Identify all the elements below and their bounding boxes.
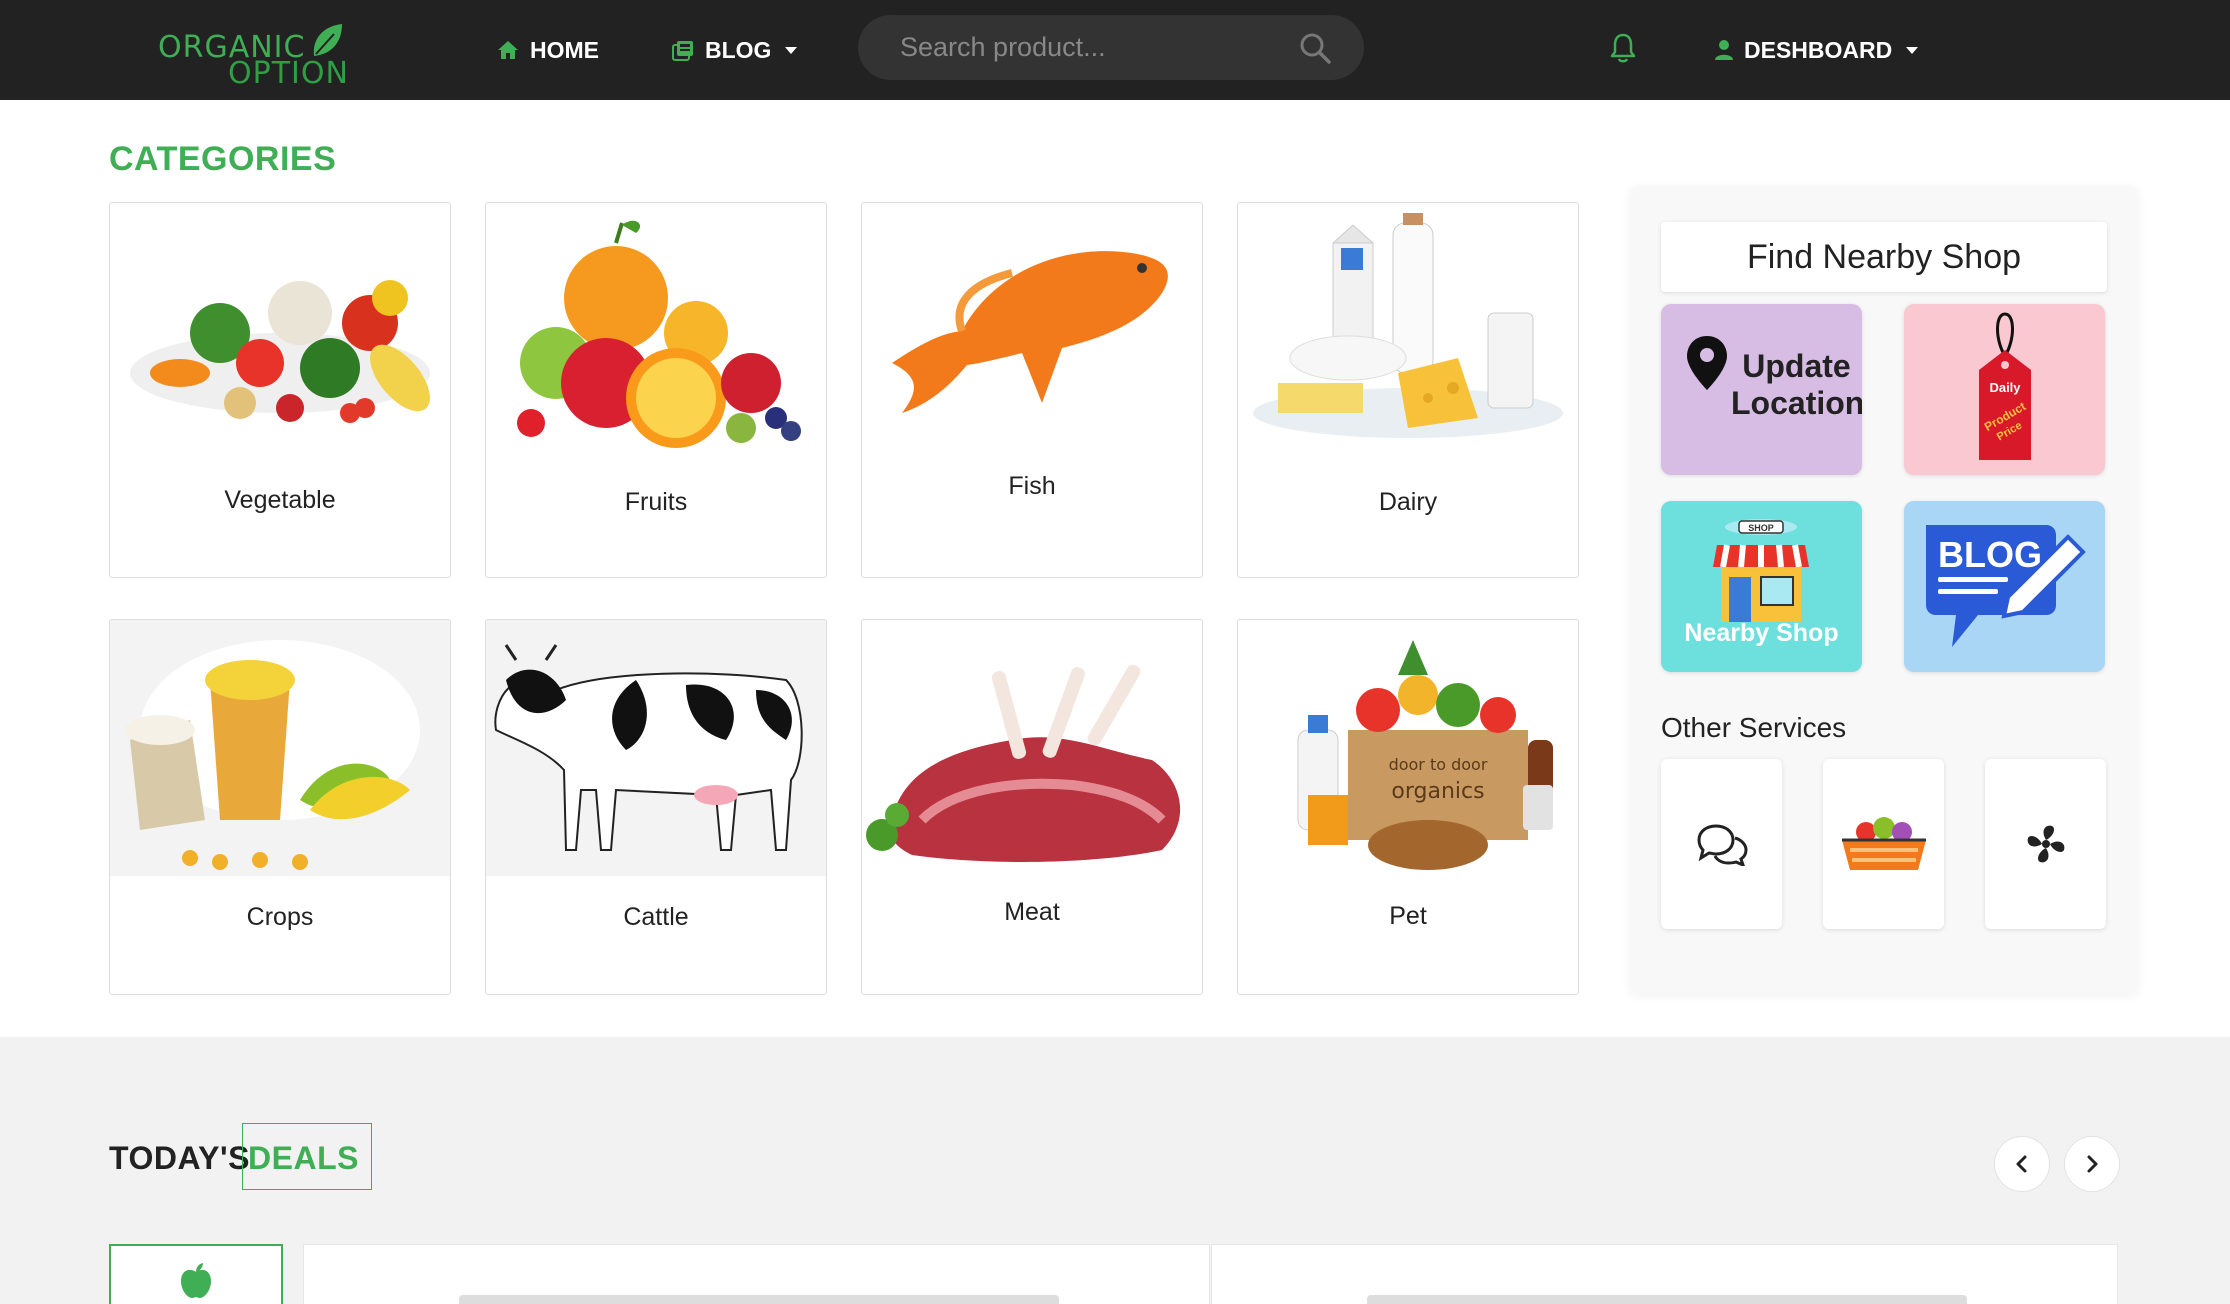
chevron-down-icon (1906, 46, 1919, 54)
fan-service-button[interactable] (1985, 759, 2106, 929)
chat-icon (1696, 824, 1748, 866)
user-icon (1715, 40, 1733, 60)
deal-product-card[interactable] (303, 1244, 1210, 1304)
nearby-shop-label: Nearby Shop (1684, 619, 1839, 647)
find-nearby-shop-title: Find Nearby Shop (1661, 222, 2107, 292)
meat-image (866, 664, 1181, 862)
deal-image-placeholder (459, 1295, 1059, 1304)
blog-icon (672, 41, 693, 61)
category-label: Fish (1008, 472, 1056, 500)
category-label: Crops (246, 903, 314, 931)
category-label: Pet (1389, 902, 1427, 930)
category-card-vegetable[interactable]: Vegetable (109, 202, 451, 578)
chevron-right-icon (2087, 1155, 2098, 1173)
search-icon[interactable] (1298, 31, 1332, 65)
category-label: Meat (1004, 898, 1060, 926)
category-label: Dairy (1378, 488, 1438, 516)
category-card-dairy[interactable]: Dairy (1237, 202, 1579, 578)
other-services-title: Other Services (1661, 712, 1847, 743)
deals-title: TODAY'S (109, 1140, 250, 1176)
update-location-label: Update Location (1731, 348, 1862, 421)
pet-image: door to door organics (1297, 640, 1553, 870)
crops-image (125, 640, 420, 870)
price-tag-icon: Daily Product Price (1979, 312, 2031, 460)
search-input[interactable] (900, 15, 1290, 80)
category-label: Cattle (623, 903, 689, 931)
category-card-cattle[interactable]: Cattle (485, 619, 827, 995)
dashboard-label: DESHBOARD (1744, 36, 1893, 63)
shop-sign-text: SHOP (1748, 523, 1774, 533)
blog-tile-text: BLOG (1938, 534, 2042, 575)
deals-title-highlight: DEALS (248, 1140, 359, 1176)
daily-product-price-tile[interactable]: Daily Product Price (1904, 304, 2105, 475)
category-card-crops[interactable]: Crops (109, 619, 451, 995)
nearby-shop-tile[interactable]: SHOP Nearby Shop (1661, 501, 1862, 672)
vegetable-image (130, 280, 430, 423)
category-label: Fruits (624, 488, 688, 516)
navbar: ORGANIC OPTION HOME BLOG Search product.… (0, 0, 2230, 100)
category-label: Vegetable (224, 486, 336, 514)
organics-text: organics (1391, 779, 1484, 804)
category-card-fruits[interactable]: Fruits (485, 202, 827, 578)
categories-heading: CATEGORIES (109, 140, 337, 178)
fan-icon (2027, 825, 2064, 863)
update-location-tile[interactable]: Update Location (1661, 304, 1862, 475)
category-card-fish[interactable]: Fish (861, 202, 1203, 578)
fish-image (892, 251, 1168, 413)
fruits-image (517, 220, 801, 448)
dashboard-dropdown[interactable]: DESHBOARD (1714, 33, 1919, 67)
leaf-icon (313, 24, 342, 56)
door-to-door-text: door to door (1389, 755, 1488, 774)
nav-home-link[interactable]: HOME (496, 33, 599, 67)
nav-home-label: HOME (530, 36, 599, 63)
shop-icon: SHOP (1713, 519, 1809, 622)
basket-service-button[interactable] (1823, 759, 1944, 929)
nav-blog-dropdown[interactable]: BLOG (671, 33, 798, 67)
deals-prev-button[interactable] (1994, 1136, 2050, 1192)
logo-text-option: OPTION (228, 56, 349, 91)
bell-icon[interactable] (1608, 32, 1638, 64)
dairy-image (1253, 213, 1563, 438)
search-bar (858, 15, 1364, 80)
basket-icon (1841, 817, 1926, 870)
blog-chat-icon: BLOG (1926, 525, 2086, 647)
daily-text: Daily (1989, 380, 2021, 395)
deal-product-card[interactable] (1211, 1244, 2118, 1304)
chevron-down-icon (785, 46, 798, 54)
cattle-image-bg (486, 620, 826, 876)
category-card-meat[interactable]: Meat (861, 619, 1203, 995)
brand-logo[interactable]: ORGANIC OPTION (158, 18, 348, 91)
category-card-pet[interactable]: door to door organics Pet (1237, 619, 1579, 995)
chevron-left-icon (2016, 1155, 2027, 1173)
chat-service-button[interactable] (1661, 759, 1782, 929)
crops-image-bg (110, 620, 450, 876)
cattle-image (494, 644, 803, 851)
deal-image-placeholder (1367, 1295, 1967, 1304)
deals-category-tab-active[interactable] (109, 1244, 283, 1304)
blog-tile[interactable]: BLOG (1904, 501, 2105, 672)
home-icon (498, 41, 518, 59)
apple-icon (181, 1263, 211, 1298)
deals-next-button[interactable] (2064, 1136, 2120, 1192)
nav-blog-label: BLOG (705, 36, 772, 63)
